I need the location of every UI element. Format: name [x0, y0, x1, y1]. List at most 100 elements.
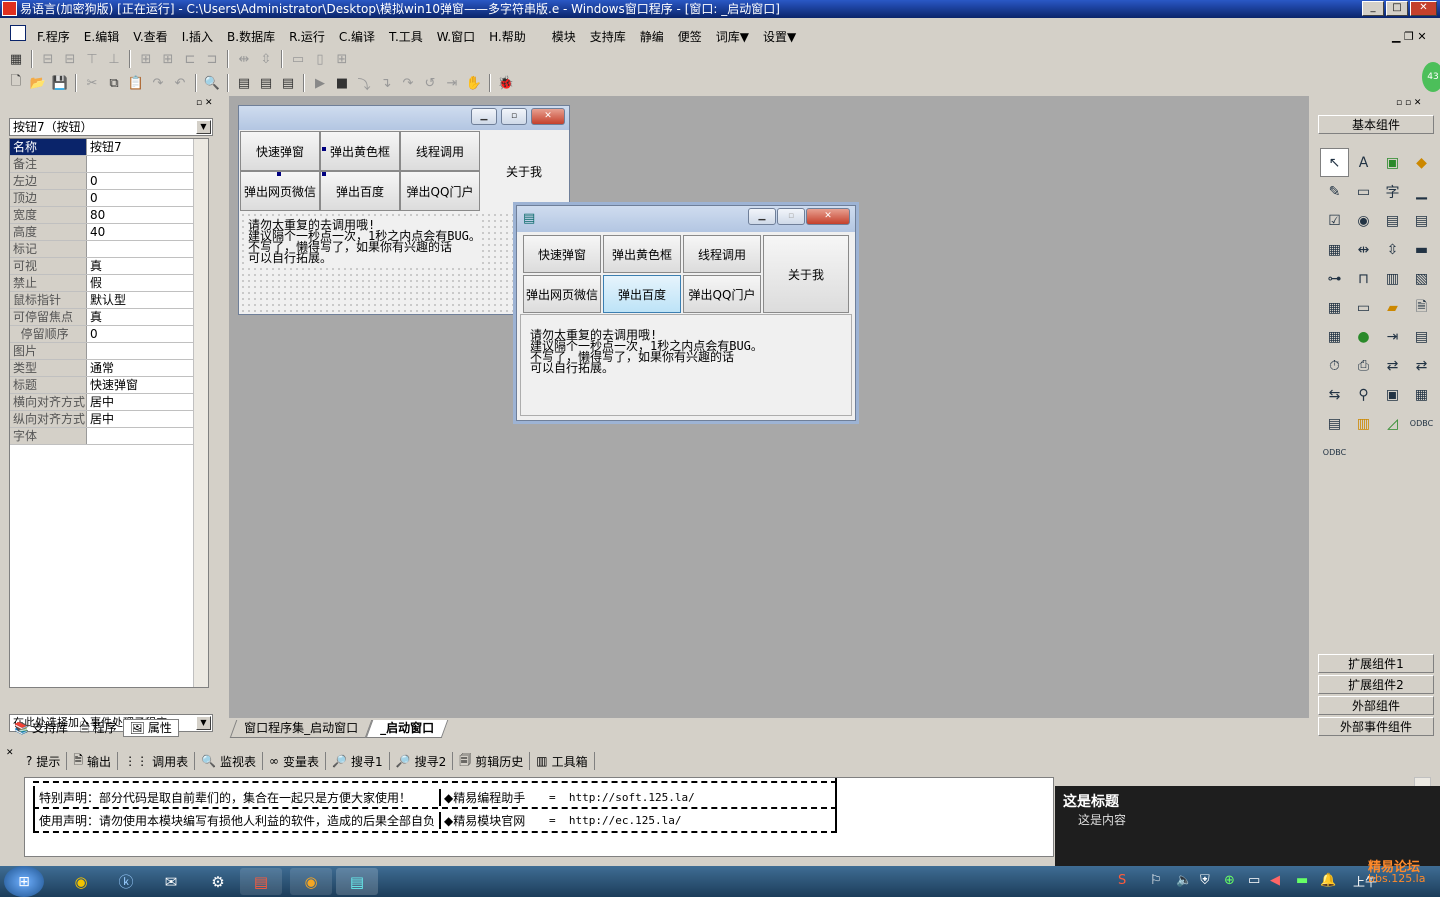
menu-program[interactable]: F.程序: [30, 28, 77, 45]
selection-handle[interactable]: [277, 172, 281, 176]
prop-row[interactable]: 左边 0: [10, 173, 194, 190]
close-button[interactable]: ✕: [1410, 1, 1437, 16]
running-app-icon[interactable]: ▤: [336, 868, 378, 895]
menu-tools[interactable]: T.工具: [382, 28, 430, 45]
hand-icon[interactable]: ✋: [464, 73, 484, 93]
chart-icon[interactable]: ◿: [1378, 409, 1407, 438]
odbc-icon[interactable]: ODBC: [1407, 409, 1436, 438]
tab-properties[interactable]: 🖼 属性: [122, 719, 179, 737]
prop-row[interactable]: 名称 按钮7: [10, 139, 194, 156]
slider-icon[interactable]: ⊶: [1320, 264, 1349, 293]
prop-row[interactable]: 高度 40: [10, 224, 194, 241]
toast-notification[interactable]: 这是标题 这是内容: [1055, 786, 1440, 866]
network-icon[interactable]: ▬: [1296, 873, 1308, 888]
menu-database[interactable]: B.数据库: [220, 28, 282, 45]
selection-handle[interactable]: [322, 172, 326, 176]
tab-output[interactable]: 🗎 输出: [67, 752, 119, 770]
basic-components-header[interactable]: 基本组件: [1318, 115, 1434, 134]
listbox-icon[interactable]: ▤: [1407, 206, 1436, 235]
stop-icon[interactable]: ■: [332, 73, 352, 93]
radio-icon[interactable]: ◉: [1349, 206, 1378, 235]
start-button[interactable]: ⊞: [4, 866, 44, 897]
prop-value[interactable]: [87, 156, 194, 172]
debug-icon[interactable]: 🐞: [496, 73, 516, 93]
btn-qq-portal[interactable]: 弹出QQ门户: [400, 171, 480, 211]
tab-search2[interactable]: 🔎 搜寻2: [390, 752, 454, 770]
prop-value[interactable]: 0: [87, 190, 194, 206]
undo-icon[interactable]: ↶: [170, 73, 190, 93]
prop-value[interactable]: 真: [87, 309, 194, 325]
extension-group-1[interactable]: 扩展组件1: [1318, 654, 1434, 673]
align-left-icon[interactable]: ⊟: [38, 49, 58, 69]
property-scrollbar[interactable]: [193, 139, 208, 687]
speaker-icon[interactable]: ◀: [1270, 873, 1280, 888]
tab-control-icon[interactable]: ⊓: [1349, 264, 1378, 293]
btn-about-me[interactable]: 关于我: [480, 131, 568, 211]
combobox-icon[interactable]: ▤: [1378, 206, 1407, 235]
prop-row[interactable]: 纵向对齐方式 居中: [10, 411, 194, 428]
prop-value[interactable]: 0: [87, 173, 194, 189]
tab-program[interactable]: 🗎 程序: [74, 719, 123, 737]
size-h-icon[interactable]: ▯: [310, 49, 330, 69]
calendar-icon[interactable]: ▦: [1320, 293, 1349, 322]
tab-call-stack[interactable]: ⋮⋮ 调用表: [118, 752, 196, 770]
menu-lexicon[interactable]: 词库▼: [709, 28, 756, 45]
prop-value[interactable]: 真: [87, 258, 194, 274]
text-icon[interactable]: 字: [1378, 177, 1407, 206]
btn-thread-call[interactable]: 线程调用: [683, 235, 761, 273]
output-url[interactable]: http://ec.125.la/: [569, 814, 682, 827]
file-box-icon[interactable]: 🗎: [1407, 293, 1436, 322]
size-w-icon[interactable]: ▭: [288, 49, 308, 69]
save-icon[interactable]: 💾: [50, 73, 70, 93]
database-icon[interactable]: ▥: [1349, 409, 1378, 438]
prop-row[interactable]: 停留顺序 0: [10, 326, 194, 343]
output-panel[interactable]: 特别声明：部分代码是取自前辈们的，集合在一起只是方便大家使用！ ◆精易编程助手 = …: [24, 777, 1054, 857]
prop-row[interactable]: 宽度 80: [10, 207, 194, 224]
output-url[interactable]: http://soft.125.la/: [569, 791, 695, 804]
dropdown-icon[interactable]: ▭: [1349, 293, 1378, 322]
splitter-icon[interactable]: ⇥: [1378, 322, 1407, 351]
prop-value[interactable]: [87, 343, 194, 359]
table-icon[interactable]: ▥: [1378, 264, 1407, 293]
menu-window[interactable]: W.窗口: [430, 28, 482, 45]
layout2-icon[interactable]: ▤: [256, 73, 276, 93]
button-icon[interactable]: ▁: [1407, 177, 1436, 206]
timer-icon[interactable]: ⏱: [1320, 351, 1349, 380]
external-components[interactable]: 外部组件: [1318, 696, 1434, 715]
grid-icon[interactable]: ⊞: [332, 49, 352, 69]
prop-value[interactable]: 居中: [87, 394, 194, 410]
running-minimize-button[interactable]: ▁: [748, 208, 776, 225]
ole-icon[interactable]: ▣: [1378, 380, 1407, 409]
prop-row[interactable]: 备注: [10, 156, 194, 173]
prop-value[interactable]: 默认型: [87, 292, 194, 308]
prop-row[interactable]: 禁止假: [10, 275, 194, 292]
menu-settings[interactable]: 设置▼: [756, 28, 803, 45]
property-grid[interactable]: 名称 按钮7 备注 左边 0 顶边 0 宽度 80 高度 40 标记 可视真 禁止假 鼠标…: [9, 138, 209, 688]
tree-icon[interactable]: ▤: [1407, 322, 1436, 351]
paste-icon[interactable]: 📋: [126, 73, 146, 93]
tab-window-assembly[interactable]: 窗口程序集_启动窗口: [229, 720, 373, 738]
vscroll-icon[interactable]: ⇳: [1378, 235, 1407, 264]
form-close-button[interactable]: ✕: [531, 108, 565, 125]
btn-about-me[interactable]: 关于我: [763, 235, 849, 313]
same-width-icon[interactable]: ⊏: [180, 49, 200, 69]
btn-web-wechat[interactable]: 弹出网页微信: [523, 275, 601, 313]
extension-group-2[interactable]: 扩展组件2: [1318, 675, 1434, 694]
progress-icon[interactable]: ▬: [1407, 235, 1436, 264]
running-maximize-button[interactable]: ▫: [777, 208, 805, 225]
browser-icon[interactable]: ⓚ: [105, 868, 147, 895]
mdi-controls[interactable]: ▁ ❐ ✕: [1392, 30, 1427, 43]
prop-value[interactable]: 按钮7: [87, 139, 194, 155]
running-close-button[interactable]: ✕: [806, 208, 850, 225]
prop-row[interactable]: 字体: [10, 428, 194, 445]
maximize-button[interactable]: □: [1386, 1, 1408, 16]
serial-icon[interactable]: ⚲: [1349, 380, 1378, 409]
prop-value[interactable]: 快速弹窗: [87, 377, 194, 393]
prop-value[interactable]: [87, 241, 194, 257]
client-icon[interactable]: ⇄: [1407, 351, 1436, 380]
open-folder-icon[interactable]: 📂: [28, 73, 48, 93]
easy-language-icon[interactable]: ▤: [240, 868, 282, 895]
space-h-icon[interactable]: ⇹: [234, 49, 254, 69]
step-over-icon[interactable]: ↷: [398, 73, 418, 93]
dir-box-icon[interactable]: ▰: [1378, 293, 1407, 322]
